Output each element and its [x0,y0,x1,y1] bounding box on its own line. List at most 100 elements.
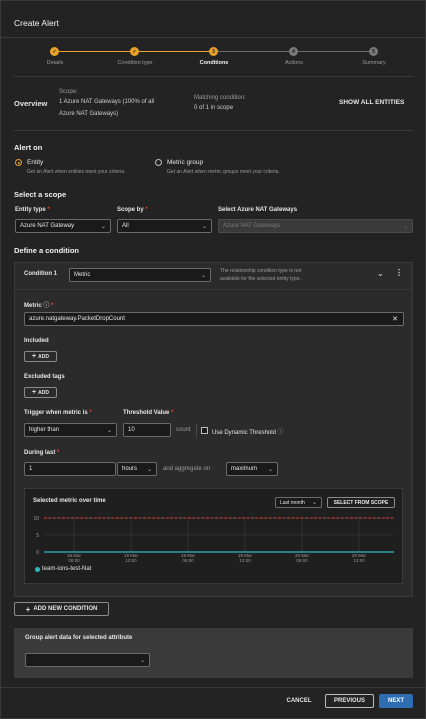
metric-input[interactable]: azure.natgateway.PacketDropCount ✕ [24,312,404,326]
during-last-label: During last * [24,450,60,456]
info-icon: ⓘ [277,430,284,436]
entity-radio[interactable] [15,159,22,166]
legend-label: team-ions-test-Nat [42,566,92,572]
trigger-label: Trigger when metric is * [24,410,92,416]
x-tick-time: 12:00 [125,558,137,563]
y-tick-label: 5 [36,533,39,539]
overview-label: Overview [14,99,48,108]
aggregate-label: and aggregate on [163,466,211,472]
aggregate-select[interactable]: maximum ⌄ [226,462,278,476]
plus-icon: + [32,389,37,396]
plus-icon: + [25,604,31,614]
condition-note-line1: The relationship condition type is not [220,268,302,274]
step-conditions-indicator[interactable]: 3 [209,47,218,56]
y-tick-label: 0 [36,550,39,556]
stepper-connector [136,51,210,52]
x-tick-time: 06:00 [296,558,308,563]
group-label: Group alert data for selected attribute [25,635,133,641]
stepper-divider [14,76,413,77]
legend-swatch [35,567,40,572]
threshold-label: Threshold Value * [123,410,174,416]
matching-label: Matching condition: [194,95,246,101]
chevron-down-icon: ⌄ [139,658,145,664]
add-included-button[interactable]: + ADD [24,351,57,362]
dynamic-threshold-checkbox[interactable] [201,427,208,434]
entity-radio-label[interactable]: Entity [27,159,43,166]
stepper-connector [297,51,370,52]
header-divider [1,37,425,38]
chevron-down-icon: ⌄ [311,500,317,506]
step-details-done-icon[interactable]: ✓ [50,47,59,56]
define-condition-heading: Define a condition [14,246,80,255]
chevron-down-icon: ⌄ [200,273,206,279]
metric-label: Metric ⓘ * [24,303,54,309]
collapse-chevron-icon[interactable]: ⌄ [377,269,384,278]
select-gateways-select[interactable]: Azure NAT Gateways ⌄ [218,219,413,233]
group-attribute-select[interactable]: ⌄ [25,653,150,667]
scope-value-line2: Azure NAT Gateways) [59,111,119,117]
during-last-input[interactable]: 1 [24,462,116,476]
step-label-details[interactable]: Details [47,60,64,66]
metric-group-radio-label[interactable]: Metric group [167,159,203,166]
time-unit-select[interactable]: hours ⌄ [117,462,157,476]
y-tick-label: 10 [33,516,39,522]
select-scope-heading: Select a scope [14,190,67,199]
step-summary-indicator[interactable]: 5 [369,47,378,56]
chevron-down-icon: ⌄ [146,467,152,473]
select-gateways-label: Select Azure NAT Gateways [218,207,298,213]
previous-button[interactable]: PREVIOUS [325,694,374,708]
info-icon: ⓘ [43,303,50,309]
matching-value: 0 of 1 in scope [194,105,234,111]
step-condition-type-done-icon[interactable]: ✓ [130,47,139,56]
chevron-down-icon: ⌄ [100,224,106,230]
add-new-condition-button[interactable]: + ADD NEW CONDITION [14,602,109,616]
step-label-summary[interactable]: Summary [362,60,386,66]
chart-range-select[interactable]: Last month ⌄ [275,497,322,508]
alert-on-heading: Alert on [14,143,43,152]
cancel-button[interactable]: CANCEL [279,694,319,708]
step-label-conditions[interactable]: Conditions [200,60,229,66]
dynamic-threshold-label[interactable]: Use Dynamic Threshold ⓘ [212,427,284,436]
add-excluded-button[interactable]: + ADD [24,387,57,398]
overview-divider [14,130,413,131]
stepper-connector [216,51,291,52]
excluded-tags-label: Excluded tags [24,374,65,380]
x-tick-time: 06:00 [68,558,80,563]
select-from-scope-button[interactable]: SELECT FROM SCOPE [327,497,395,508]
x-tick-time: 06:00 [182,558,194,563]
chart-title: Selected metric over time [33,498,106,504]
metric-chart: 1050 18 Mar06:0019 Mar12:0019 Mar06:0019 … [33,516,394,563]
step-label-condition-type[interactable]: Condition type [117,60,152,66]
scope-by-label: Scope by * [117,207,148,213]
count-unit: count [176,427,191,433]
metric-group-radio[interactable] [155,159,162,166]
step-label-actions[interactable]: Actions [285,60,303,66]
scope-label: Scope: [59,89,78,95]
condition-1-label: Condition 1 [24,271,57,277]
plus-icon: + [32,353,37,360]
threshold-input[interactable]: 10 [123,423,171,437]
condition-divider [15,289,412,290]
more-options-icon[interactable]: ⋮ [395,268,403,277]
dialog-title: Create Alert [14,18,59,28]
clear-icon[interactable]: ✕ [392,315,398,323]
step-actions-indicator[interactable]: 4 [289,47,298,56]
scope-by-select[interactable]: All ⌄ [117,219,212,233]
next-button[interactable]: NEXT [379,694,413,708]
divider [196,423,197,437]
chevron-down-icon: ⌄ [106,428,112,434]
entity-radio-desc: Get an Alert when entities meet your cri… [27,169,126,175]
scope-value-line1: 1 Azure NAT Gateways (100% of all [59,99,155,105]
metric-group-radio-desc: Get an Alert when metric groups meet you… [167,169,280,175]
trigger-select[interactable]: higher than ⌄ [24,423,117,437]
condition-note-line2: available for the selected entity type. [220,276,301,282]
entity-type-label: Entity type * [15,207,50,213]
show-all-entities-button[interactable]: SHOW ALL ENTITIES [339,99,404,106]
condition-type-select[interactable]: Metric ⌄ [69,268,211,282]
footer-divider [1,687,425,688]
x-tick-time: 12:00 [239,558,251,563]
stepper-connector [58,51,132,52]
included-label: Included [24,338,49,344]
entity-type-select[interactable]: Azure NAT Gateway ⌄ [15,219,111,233]
create-alert-dialog: Create Alert ✓ ✓ 3 4 5 Details Condition… [0,0,426,719]
